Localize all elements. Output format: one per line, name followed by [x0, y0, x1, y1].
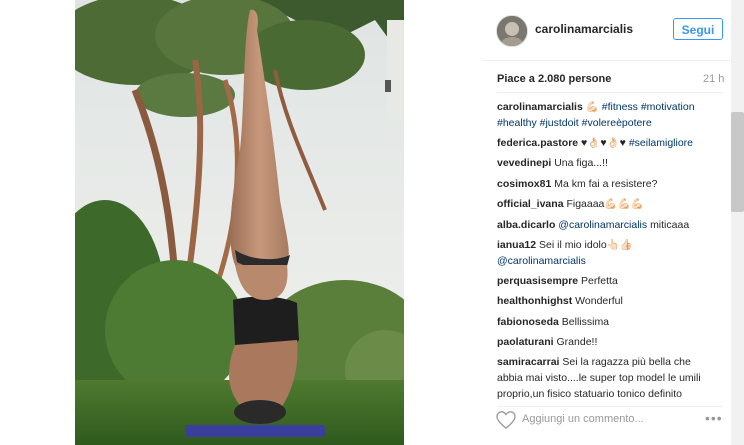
- likes-count[interactable]: Piace a 2.080 persone: [497, 73, 611, 85]
- comment-text: Wonderful: [575, 295, 623, 308]
- post-header: carolinamarcialis Segui: [482, 0, 730, 61]
- heart-icon: [496, 411, 516, 430]
- list-item: federica.pastore ♥👌🏻♥👌🏻♥ #seilamigliore: [497, 136, 711, 152]
- comment-text: Bellissima: [561, 315, 610, 328]
- comment-user[interactable]: official_ivana: [497, 198, 564, 210]
- post-photo[interactable]: [75, 0, 404, 445]
- list-item: fabionoseda Bellissima: [497, 315, 711, 331]
- left-margin: [0, 0, 75, 445]
- list-item: alba.dicarlo @carolinamarcialis miticaaa: [497, 218, 711, 234]
- comment-mention[interactable]: @carolinamarcialis: [558, 219, 647, 231]
- list-item: samiracarrai Sei la ragazza più bella ch…: [497, 355, 711, 402]
- divider: [497, 92, 723, 93]
- list-item: cosimox81 Ma km fai a resistere?: [497, 177, 711, 193]
- comment-user[interactable]: carolinamarcialis: [497, 101, 583, 113]
- comment-user[interactable]: ianua12: [497, 239, 536, 251]
- comment-text: Figaaaa💪🏻💪🏻💪🏻: [566, 198, 644, 211]
- scrollbar-track[interactable]: [731, 0, 744, 445]
- list-item: paolaturani Grande!!: [497, 335, 711, 351]
- comment-user[interactable]: paolaturani: [497, 336, 554, 348]
- comment-user[interactable]: cosimox81: [497, 178, 551, 190]
- comment-text: miticaaa: [650, 218, 690, 231]
- list-item: perquasisempre Perfetta: [497, 274, 711, 290]
- follow-button[interactable]: Segui: [673, 18, 723, 40]
- comment-user[interactable]: fabionoseda: [497, 316, 559, 328]
- post-username[interactable]: carolinamarcialis: [535, 22, 633, 36]
- add-comment-input[interactable]: Aggiungi un commento...: [522, 413, 644, 425]
- comment-text: Sei il mio idolo👆🏻👍🏻: [539, 238, 633, 251]
- comment-text: Ma km fai a resistere?: [554, 177, 658, 190]
- list-item: healthonhighst Wonderful: [497, 294, 711, 310]
- avatar[interactable]: [496, 15, 528, 47]
- post-time[interactable]: 21 h: [703, 73, 724, 85]
- comment-tags[interactable]: #seilamigliore: [629, 137, 693, 149]
- comments-list[interactable]: carolinamarcialis 💪🏻 #fitness #motivatio…: [497, 100, 711, 402]
- post-image: [75, 0, 404, 445]
- comment-user[interactable]: alba.dicarlo: [497, 219, 555, 231]
- list-item: official_ivana Figaaaa💪🏻💪🏻💪🏻: [497, 197, 711, 213]
- comment-user[interactable]: federica.pastore: [497, 137, 578, 149]
- list-item: ianua12 Sei il mio idolo👆🏻👍🏻 @carolinama…: [497, 238, 711, 269]
- list-item: carolinamarcialis 💪🏻 #fitness #motivatio…: [497, 100, 711, 131]
- comment-text: Una figa...!!: [554, 157, 608, 170]
- comment-text: Perfetta: [581, 274, 618, 287]
- comment-text: 💪🏻: [585, 101, 599, 113]
- divider: [497, 406, 723, 407]
- list-item: vevedinepi Una figa...!!: [497, 156, 711, 172]
- comment-user[interactable]: perquasisempre: [497, 275, 578, 287]
- scrollbar-thumb[interactable]: [731, 112, 744, 212]
- comment-user[interactable]: samiracarrai: [497, 356, 559, 368]
- comment-mention[interactable]: @carolinamarcialis: [497, 255, 586, 267]
- like-button[interactable]: [496, 411, 516, 430]
- comment-user[interactable]: healthonhighst: [497, 295, 572, 307]
- comment-text: ♥👌🏻♥👌🏻♥: [581, 136, 626, 149]
- more-options-icon[interactable]: •••: [705, 410, 723, 426]
- comment-user[interactable]: vevedinepi: [497, 157, 551, 169]
- avatar-image: [497, 16, 527, 46]
- comment-text: Grande!!: [556, 336, 598, 349]
